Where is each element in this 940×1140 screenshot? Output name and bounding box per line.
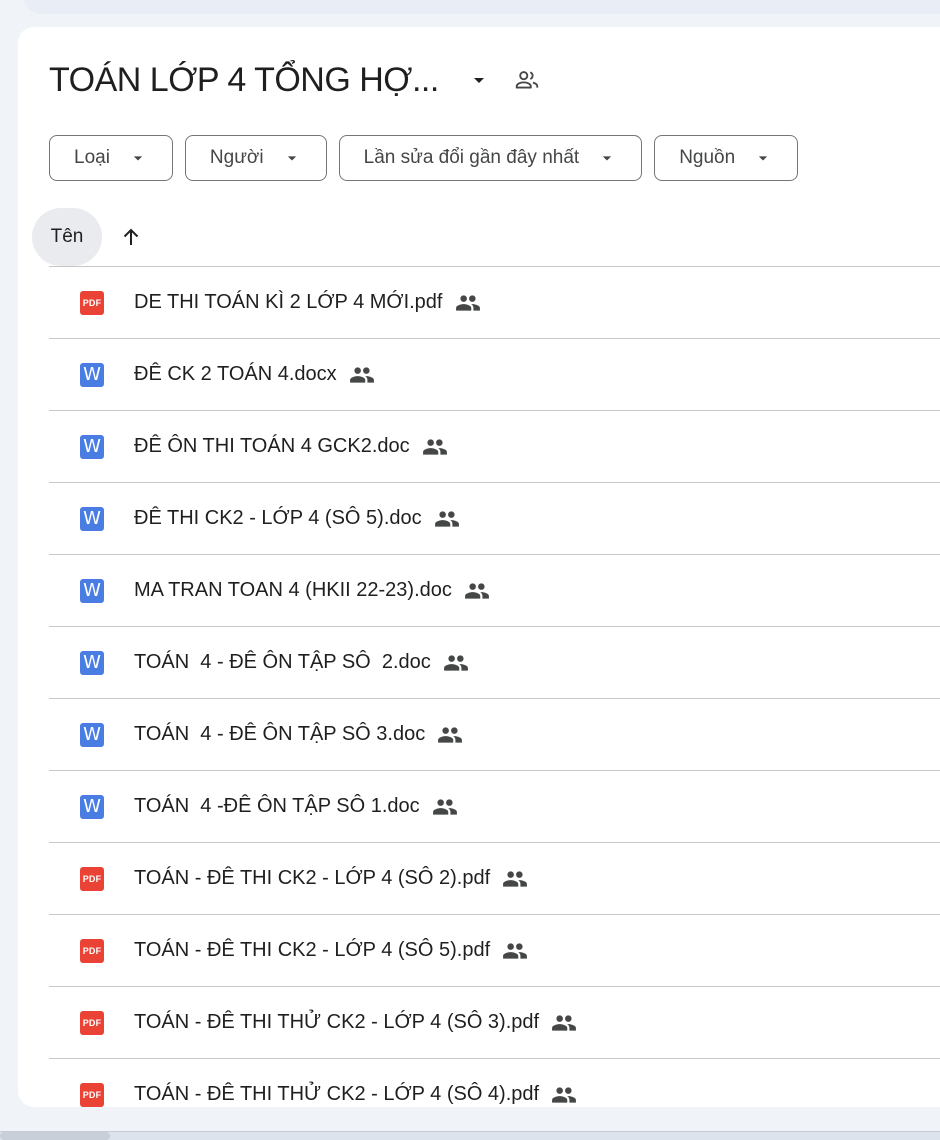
word-file-icon: W xyxy=(80,794,104,819)
file-row[interactable]: PDF DE THI TOÁN KÌ 2 LỚP 4 MỚI.pdf xyxy=(49,266,940,338)
main-content-panel: TOÁN LỚP 4 TỔNG HỢ... Loại Người Lần sửa đ… xyxy=(18,27,940,1107)
shared-people-icon xyxy=(422,434,448,460)
file-name: TOÁN 4 -ĐÊ ÔN TẬP SÔ 1.doc xyxy=(134,795,420,817)
file-row[interactable]: PDF TOÁN - ĐÊ THI THỬ CK2 - LỚP 4 (SÔ 4).… xyxy=(49,1058,940,1107)
filter-chip-label: Người xyxy=(209,147,264,168)
file-name: TOÁN - ĐÊ THI THỬ CK2 - LỚP 4 (SÔ 4).pdf xyxy=(134,1083,540,1105)
pdf-file-icon: PDF xyxy=(80,1082,104,1107)
shared-people-icon xyxy=(434,506,460,532)
word-file-icon: W xyxy=(80,506,104,531)
file-name: ĐÊ ÔN THI TOÁN 4 GCK2.doc xyxy=(134,435,410,457)
file-name: TOÁN - ĐÊ THI THỬ CK2 - LỚP 4 (SÔ 3).pdf xyxy=(134,1011,540,1033)
folder-header: TOÁN LỚP 4 TỔNG HỢ... xyxy=(49,55,547,105)
shared-people-icon xyxy=(437,722,463,748)
arrow-drop-down-icon xyxy=(753,148,773,168)
filter-chip-label: Nguồn xyxy=(679,147,736,168)
top-panel-edge xyxy=(24,0,940,14)
filter-chip-label: Loại xyxy=(74,147,110,168)
arrow-drop-down-icon xyxy=(282,148,302,168)
file-name: MA TRAN TOAN 4 (HKII 22-23).doc xyxy=(134,579,452,601)
file-name: TOÁN 4 - ĐÊ ÔN TẬP SÔ 2.doc xyxy=(134,651,431,673)
arrow-drop-down-icon xyxy=(597,148,617,168)
file-row[interactable]: PDF TOÁN - ĐÊ THI CK2 - LỚP 4 (SÔ 2).pdf xyxy=(49,842,940,914)
arrow-drop-down-icon[interactable] xyxy=(459,60,499,100)
file-name: DE THI TOÁN KÌ 2 LỚP 4 MỚI.pdf xyxy=(134,291,443,313)
file-row[interactable]: PDF TOÁN - ĐÊ THI CK2 - LỚP 4 (SÔ 5).pdf xyxy=(49,914,940,986)
shared-people-icon xyxy=(551,1010,577,1036)
file-name: TOÁN - ĐÊ THI CK2 - LỚP 4 (SÔ 5).pdf xyxy=(134,939,491,961)
filter-chip[interactable]: Nguồn xyxy=(654,135,799,181)
pdf-file-icon: PDF xyxy=(80,290,104,315)
folder-title[interactable]: TOÁN LỚP 4 TỔNG HỢ... xyxy=(49,61,439,100)
pdf-file-icon: PDF xyxy=(80,938,104,963)
file-row[interactable]: PDF TOÁN - ĐÊ THI THỬ CK2 - LỚP 4 (SÔ 3).… xyxy=(49,986,940,1058)
shared-people-icon xyxy=(443,650,469,676)
shared-people-icon xyxy=(455,290,481,316)
shared-people-icon xyxy=(551,1082,577,1108)
word-file-icon: W xyxy=(80,650,104,675)
filter-chip[interactable]: Lần sửa đổi gần đây nhất xyxy=(338,135,643,181)
word-file-icon: W xyxy=(80,722,104,747)
shared-people-icon xyxy=(464,578,490,604)
filter-bar: Loại Người Lần sửa đổi gần đây nhất Nguồn xyxy=(49,135,799,181)
file-row[interactable]: W ĐÊ ÔN THI TOÁN 4 GCK2.doc xyxy=(49,410,940,482)
pdf-file-icon: PDF xyxy=(80,1010,104,1035)
file-row[interactable]: W TOÁN 4 - ĐÊ ÔN TẬP SÔ 3.doc xyxy=(49,698,940,770)
file-row[interactable]: W TOÁN 4 -ĐÊ ÔN TẬP SÔ 1.doc xyxy=(49,770,940,842)
file-row[interactable]: W ĐÊ THI CK2 - LỚP 4 (SÔ 5).doc xyxy=(49,482,940,554)
word-file-icon: W xyxy=(80,434,104,459)
filter-chip[interactable]: Loại xyxy=(49,135,173,181)
file-row[interactable]: W ĐÊ CK 2 TOÁN 4.docx xyxy=(49,338,940,410)
shared-people-icon xyxy=(502,938,528,964)
arrow-upward-icon[interactable] xyxy=(116,222,146,252)
file-name: TOÁN - ĐÊ THI CK2 - LỚP 4 (SÔ 2).pdf xyxy=(134,867,491,889)
file-row[interactable]: W MA TRAN TOAN 4 (HKII 22-23).doc xyxy=(49,554,940,626)
people-outline-icon[interactable] xyxy=(507,60,547,100)
word-file-icon: W xyxy=(80,578,104,603)
sort-header: Tên xyxy=(32,208,146,266)
shared-people-icon xyxy=(349,362,375,388)
word-file-icon: W xyxy=(80,362,104,387)
file-name: ĐÊ CK 2 TOÁN 4.docx xyxy=(134,363,337,385)
file-row[interactable]: W TOÁN 4 - ĐÊ ÔN TẬP SÔ 2.doc xyxy=(49,626,940,698)
shared-people-icon xyxy=(502,866,528,892)
arrow-drop-down-icon xyxy=(128,148,148,168)
sort-by-name-button[interactable]: Tên xyxy=(32,208,102,266)
shared-people-icon xyxy=(432,794,458,820)
filter-chip[interactable]: Người xyxy=(184,135,327,181)
filter-chip-label: Lần sửa đổi gần đây nhất xyxy=(363,147,580,168)
file-name: ĐÊ THI CK2 - LỚP 4 (SÔ 5).doc xyxy=(134,507,422,529)
pdf-file-icon: PDF xyxy=(80,866,104,891)
file-list: PDF DE THI TOÁN KÌ 2 LỚP 4 MỚI.pdf W ĐÊ CK … xyxy=(49,266,940,1107)
file-name: TOÁN 4 - ĐÊ ÔN TẬP SÔ 3.doc xyxy=(134,723,426,745)
